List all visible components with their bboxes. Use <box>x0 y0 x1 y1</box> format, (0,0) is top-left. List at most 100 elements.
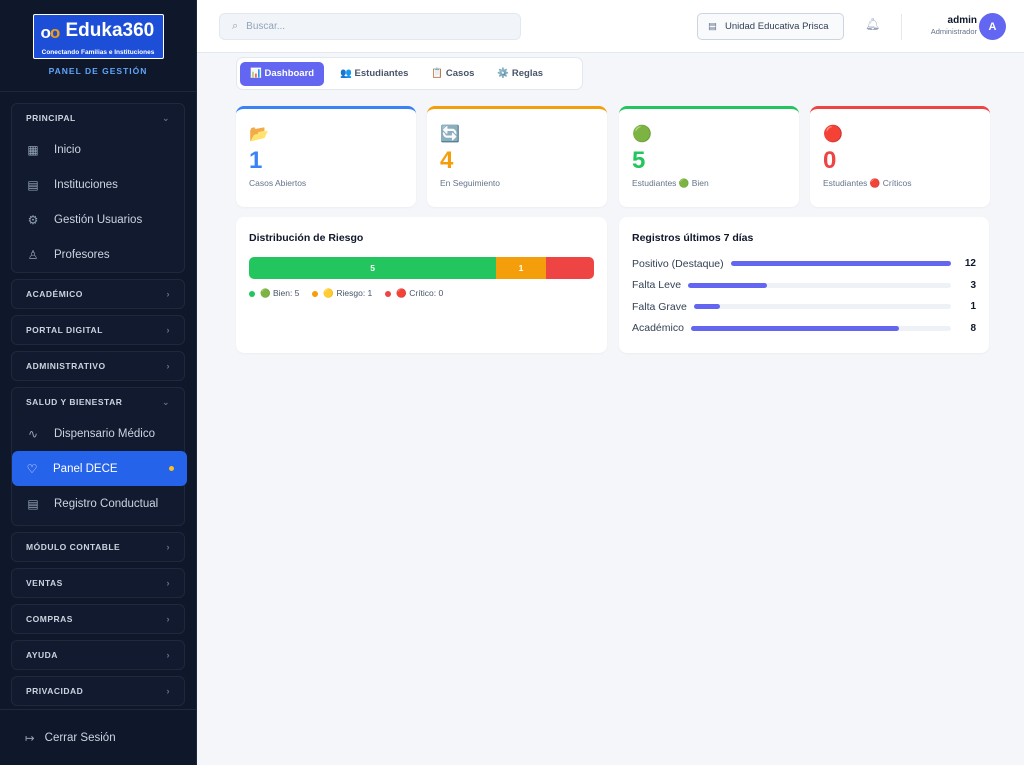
nav-group-ayuda: AYUDA › <box>11 640 185 670</box>
topbar-divider <box>901 14 902 40</box>
chevron-right-icon: › <box>166 578 170 588</box>
sidebar-item-label: Profesores <box>54 248 110 261</box>
sidebar-item-inicio[interactable]: ▦ Inicio <box>12 132 184 167</box>
logo-area: oo Eduka360 Conectando Familias e Instit… <box>0 0 196 92</box>
nav-group-header[interactable]: ACADÉMICO › <box>12 280 184 308</box>
tab-estudiantes[interactable]: 👥 Estudiantes <box>330 62 418 86</box>
risk-segment-bien: 5 <box>249 257 497 279</box>
registro-row: Falta Leve 3 <box>632 275 976 297</box>
registro-count: 8 <box>970 322 976 334</box>
owl-eyes-icon: oo <box>40 23 61 42</box>
search-input[interactable]: ⌕ Buscar... <box>219 13 521 40</box>
bell-icon[interactable]: 🔔︎ <box>865 17 880 31</box>
nav-group-administrativo: ADMINISTRATIVO › <box>11 351 185 381</box>
institution-label: Unidad Educativa Prisca <box>724 21 829 32</box>
nav-group-academico: ACADÉMICO › <box>11 279 185 309</box>
sidebar-item-panel-dece[interactable]: ♡ Panel DECE <box>12 451 187 486</box>
registro-name: Positivo (Destaque) <box>632 257 724 270</box>
stat-value: 1 <box>249 147 263 174</box>
nav-group-header[interactable]: SALUD Y BIENESTAR ⌄ <box>12 388 184 416</box>
building-icon: ▤ <box>27 177 39 192</box>
chevron-down-icon: ⌄ <box>161 396 170 407</box>
document-icon: ▤ <box>27 496 39 511</box>
red-circle-icon: 🔴 <box>823 126 843 143</box>
stat-label: En Seguimiento <box>440 178 501 188</box>
registro-track <box>693 304 951 310</box>
nav-group-header[interactable]: PORTAL DIGITAL › <box>12 316 184 344</box>
folder-icon: 📂 <box>249 126 269 143</box>
panel-label: PANEL DE GESTIÓN <box>48 66 148 76</box>
nav-group-label: ACADÉMICO <box>26 289 83 299</box>
chevron-right-icon: › <box>166 289 170 299</box>
registro-name: Falta Grave <box>632 300 687 313</box>
nav-group-header[interactable]: COMPRAS › <box>12 605 184 633</box>
user-info[interactable]: admin Administrador <box>931 15 977 36</box>
stat-value: 0 <box>823 147 837 174</box>
heart-icon: ♡ <box>26 461 38 476</box>
risk-segment-critico <box>545 257 594 279</box>
sidebar-item-instituciones[interactable]: ▤ Instituciones <box>12 167 184 202</box>
gear-icon: ⚙ <box>27 212 39 227</box>
tab-dashboard[interactable]: 📊 Dashboard <box>240 61 325 86</box>
nav-group-header[interactable]: PRINCIPAL ⌄ <box>12 104 184 132</box>
sidebar-item-label: Gestión Usuarios <box>54 213 143 226</box>
stat-label: Estudiantes 🔴 Críticos <box>823 178 912 188</box>
registro-bar <box>693 304 720 310</box>
nav-group-privacidad: PRIVACIDAD › <box>11 676 185 706</box>
sidebar-item-label: Inicio <box>54 143 81 156</box>
chevron-right-icon: › <box>166 614 170 624</box>
registro-count: 1 <box>970 301 976 313</box>
stat-card-en-seguimiento: 🔄 4 En Seguimiento <box>427 106 607 207</box>
tab-reglas[interactable]: ⚙️ Reglas <box>487 62 553 86</box>
eduka-logo[interactable]: oo Eduka360 Conectando Familias e Instit… <box>32 14 164 59</box>
risk-distribution-panel: Distribución de Riesgo 5 1 🟢 Bien: 5 🟡 R… <box>236 217 607 353</box>
nav-group-label: PORTAL DIGITAL <box>26 325 103 335</box>
sidebar: oo Eduka360 Conectando Familias e Instit… <box>0 0 197 765</box>
sidebar-item-gestion-usuarios[interactable]: ⚙ Gestión Usuarios <box>12 202 184 237</box>
stat-card-estudiantes-criticos: 🔴 0 Estudiantes 🔴 Críticos <box>810 106 990 207</box>
stat-value: 5 <box>632 147 646 174</box>
avatar[interactable]: A <box>979 13 1006 40</box>
nav-group-label: SALUD Y BIENESTAR <box>26 397 123 407</box>
sidebar-item-label: Dispensario Médico <box>54 427 155 440</box>
sidebar-item-profesores[interactable]: ♙ Profesores <box>12 237 184 272</box>
nav-group-header[interactable]: ADMINISTRATIVO › <box>12 352 184 380</box>
nav-group-label: ADMINISTRATIVO <box>26 361 106 371</box>
legend-text: 🟢 Bien: 5 <box>260 288 300 298</box>
active-indicator-dot <box>169 466 174 471</box>
sidebar-item-dispensario-medico[interactable]: ∿ Dispensario Médico <box>12 416 184 451</box>
nav-group-label: MÓDULO CONTABLE <box>26 542 121 552</box>
registros-panel: Registros últimos 7 días Positivo (Desta… <box>619 217 989 353</box>
registro-track <box>730 261 951 267</box>
nav-group-header[interactable]: AYUDA › <box>12 641 184 669</box>
nav-group-principal: PRINCIPAL ⌄ ▦ Inicio ▤ Instituciones ⚙ Gest… <box>11 103 185 273</box>
chevron-right-icon: › <box>166 542 170 552</box>
logo-tagline: Conectando Familias e Instituciones <box>41 49 155 56</box>
logout-label: Cerrar Sesión <box>44 731 116 744</box>
institution-selector[interactable]: ▤ Unidad Educativa Prisca <box>697 13 844 40</box>
registro-bar <box>690 325 899 331</box>
legend-dot <box>312 290 319 297</box>
nav-group-label: COMPRAS <box>26 614 73 624</box>
nav-group-label: VENTAS <box>26 578 63 588</box>
panel-title: Registros últimos 7 días <box>632 232 754 244</box>
registro-track <box>690 325 951 331</box>
sidebar-item-registro-conductual[interactable]: ▤ Registro Conductual <box>12 486 184 521</box>
tab-casos[interactable]: 📋 Casos <box>421 62 484 86</box>
legend-item-critico: 🔴 Crítico: 0 <box>385 288 443 299</box>
nav-group-header[interactable]: PRIVACIDAD › <box>12 677 184 705</box>
risk-legend: 🟢 Bien: 5 🟡 Riesgo: 1 🔴 Crítico: 0 <box>249 288 594 299</box>
nav-group-header[interactable]: MÓDULO CONTABLE › <box>12 533 184 561</box>
registro-row: Positivo (Destaque) 12 <box>632 253 976 275</box>
legend-dot <box>385 290 392 297</box>
risk-segment-riesgo: 1 <box>496 257 546 279</box>
nav-group-label: PRINCIPAL <box>26 113 76 123</box>
nav-group-header[interactable]: VENTAS › <box>12 569 184 597</box>
logo-brand: Eduka360 <box>65 20 155 41</box>
sidebar-item-label: Panel DECE <box>53 462 118 475</box>
stat-card-estudiantes-bien: 🟢 5 Estudiantes 🟢 Bien <box>619 106 799 207</box>
dece-tabs: 📊 Dashboard 👥 Estudiantes 📋 Casos ⚙️ Reg… <box>236 57 583 90</box>
user-role: Administrador <box>930 27 977 36</box>
logout-button[interactable]: ↦ Cerrar Sesión <box>0 709 197 765</box>
building-icon: ▤ <box>708 21 717 32</box>
